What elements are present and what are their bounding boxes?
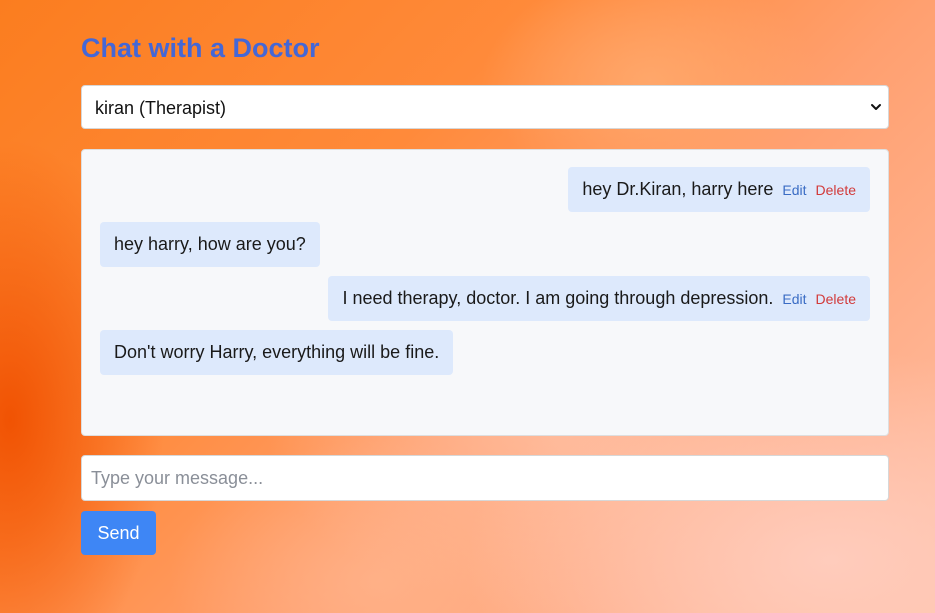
message-text: I need therapy, doctor. I am going throu… xyxy=(342,288,774,308)
message-text: hey Dr.Kiran, harry here xyxy=(582,179,774,199)
message-text: Don't worry Harry, everything will be fi… xyxy=(114,342,440,362)
doctor-select[interactable]: kiran (Therapist) xyxy=(81,85,889,129)
edit-message-button[interactable]: Edit xyxy=(782,182,806,198)
chevron-down-icon xyxy=(871,104,881,110)
chat-history[interactable]: hey Dr.Kiran, harry here Edit Delete hey… xyxy=(81,149,889,436)
edit-message-button[interactable]: Edit xyxy=(782,291,806,307)
doctor-select-value: kiran (Therapist) xyxy=(95,98,227,118)
page-title: Chat with a Doctor xyxy=(81,33,320,63)
sent-message: hey Dr.Kiran, harry here Edit Delete xyxy=(568,167,870,212)
received-message: hey harry, how are you? xyxy=(100,222,320,267)
received-message: Don't worry Harry, everything will be fi… xyxy=(100,330,454,375)
sent-message: I need therapy, doctor. I am going throu… xyxy=(328,276,870,321)
message-text: hey harry, how are you? xyxy=(114,234,306,254)
delete-message-button[interactable]: Delete xyxy=(816,291,856,307)
delete-message-button[interactable]: Delete xyxy=(816,182,856,198)
message-input[interactable] xyxy=(81,455,889,501)
send-button[interactable]: Send xyxy=(81,511,156,555)
